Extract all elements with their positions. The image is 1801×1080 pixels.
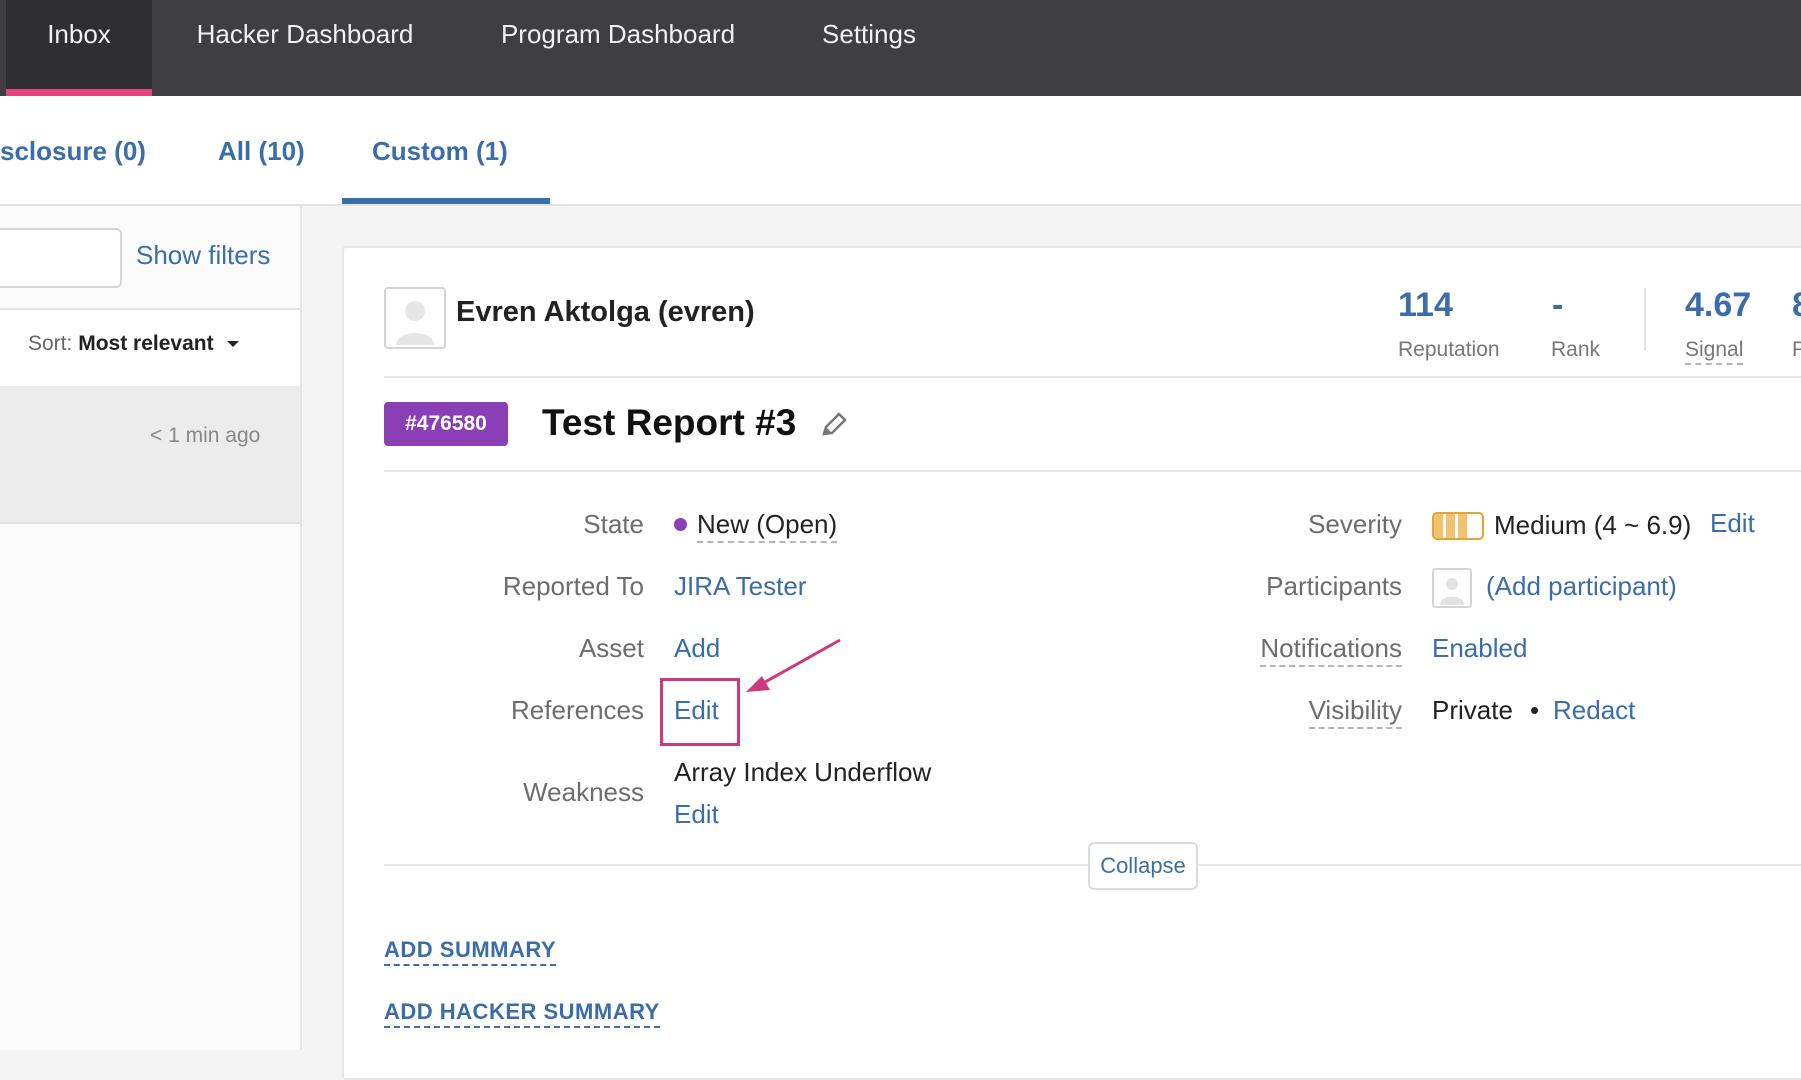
sort-value: Most relevant: [78, 332, 214, 355]
tab-custom[interactable]: Custom (1): [372, 136, 508, 167]
participant-avatar: [1432, 568, 1472, 608]
user-placeholder-icon: [396, 301, 434, 345]
stat-signal-label: Signal: [1685, 338, 1744, 365]
collapse-button[interactable]: Collapse: [1088, 842, 1198, 890]
show-filters-link[interactable]: Show filters: [136, 240, 270, 271]
stat-signal-value: 4.67: [1685, 286, 1752, 324]
state-value[interactable]: New (Open): [674, 509, 838, 543]
add-hacker-summary-link[interactable]: ADD HACKER SUMMARY: [384, 999, 660, 1028]
caret-down-icon: [227, 341, 240, 348]
tab-all[interactable]: All (10): [218, 136, 305, 167]
asset-add-link[interactable]: Add: [674, 633, 720, 664]
annotation-highlight-box: [660, 678, 740, 746]
visibility-separator: •: [1530, 695, 1540, 725]
weakness-label: Weakness: [523, 777, 644, 807]
add-summary-link[interactable]: ADD SUMMARY: [384, 937, 557, 966]
sort-label: Sort:: [28, 332, 73, 355]
sort-dropdown[interactable]: Sort: Most relevant: [28, 332, 240, 356]
stat-impact-label: P: [1792, 338, 1801, 361]
nav-item-inbox[interactable]: Inbox: [6, 0, 152, 96]
tab-active-indicator: [342, 198, 550, 204]
stat-rank-value: -: [1552, 286, 1564, 324]
notifications-label: Notifications: [1160, 633, 1402, 667]
weakness-edit-link[interactable]: Edit: [674, 799, 719, 830]
participants-label: Participants: [1266, 571, 1402, 601]
report-list-item[interactable]: [0, 386, 300, 524]
stat-impact-value: 8: [1792, 286, 1801, 325]
severity-edit-link[interactable]: Edit: [1710, 508, 1755, 539]
stats-divider: [1644, 288, 1646, 350]
add-participant-link[interactable]: (Add participant): [1486, 571, 1677, 602]
redact-link[interactable]: Redact: [1553, 695, 1635, 726]
nav-item-hacker-dashboard[interactable]: Hacker Dashboard: [180, 0, 430, 96]
search-input[interactable]: [0, 228, 122, 288]
report-id-badge: #476580: [384, 402, 508, 446]
visibility-value: Private: [1432, 695, 1513, 725]
reported-to-label: Reported To: [502, 571, 644, 601]
notifications-toggle[interactable]: Enabled: [1432, 633, 1527, 664]
visibility-label: Visibility: [1160, 695, 1402, 729]
edit-title-pencil-icon[interactable]: [818, 410, 850, 447]
reported-to-link[interactable]: JIRA Tester: [674, 571, 806, 602]
report-title: Test Report #3: [542, 402, 797, 443]
divider: [384, 376, 1801, 378]
asset-label: Asset: [578, 633, 644, 663]
severity-meter-icon: [1432, 512, 1484, 540]
report-list-item-time: < 1 min ago: [150, 424, 261, 447]
tab-disclosure[interactable]: sclosure (0): [0, 136, 146, 167]
references-label: References: [511, 695, 644, 725]
stat-reputation-value: 114: [1398, 286, 1453, 324]
nav-item-program-dashboard[interactable]: Program Dashboard: [480, 0, 756, 96]
reporter-name[interactable]: Evren Aktolga (evren): [456, 296, 755, 329]
state-label: State: [583, 509, 644, 539]
weakness-value: Array Index Underflow: [674, 757, 932, 787]
stat-rank-label: Rank: [1551, 338, 1601, 361]
nav-item-settings[interactable]: Settings: [804, 0, 934, 96]
user-placeholder-icon: [1440, 578, 1464, 605]
stat-reputation-label: Reputation: [1398, 338, 1500, 361]
divider: [384, 470, 1801, 472]
annotation-arrow-icon: [746, 638, 841, 692]
state-dot-icon: [674, 517, 687, 531]
nav-active-indicator: [6, 89, 152, 96]
reporter-avatar[interactable]: [384, 287, 446, 349]
severity-label: Severity: [1308, 509, 1402, 539]
severity-value: Medium (4 ~ 6.9): [1494, 510, 1692, 540]
